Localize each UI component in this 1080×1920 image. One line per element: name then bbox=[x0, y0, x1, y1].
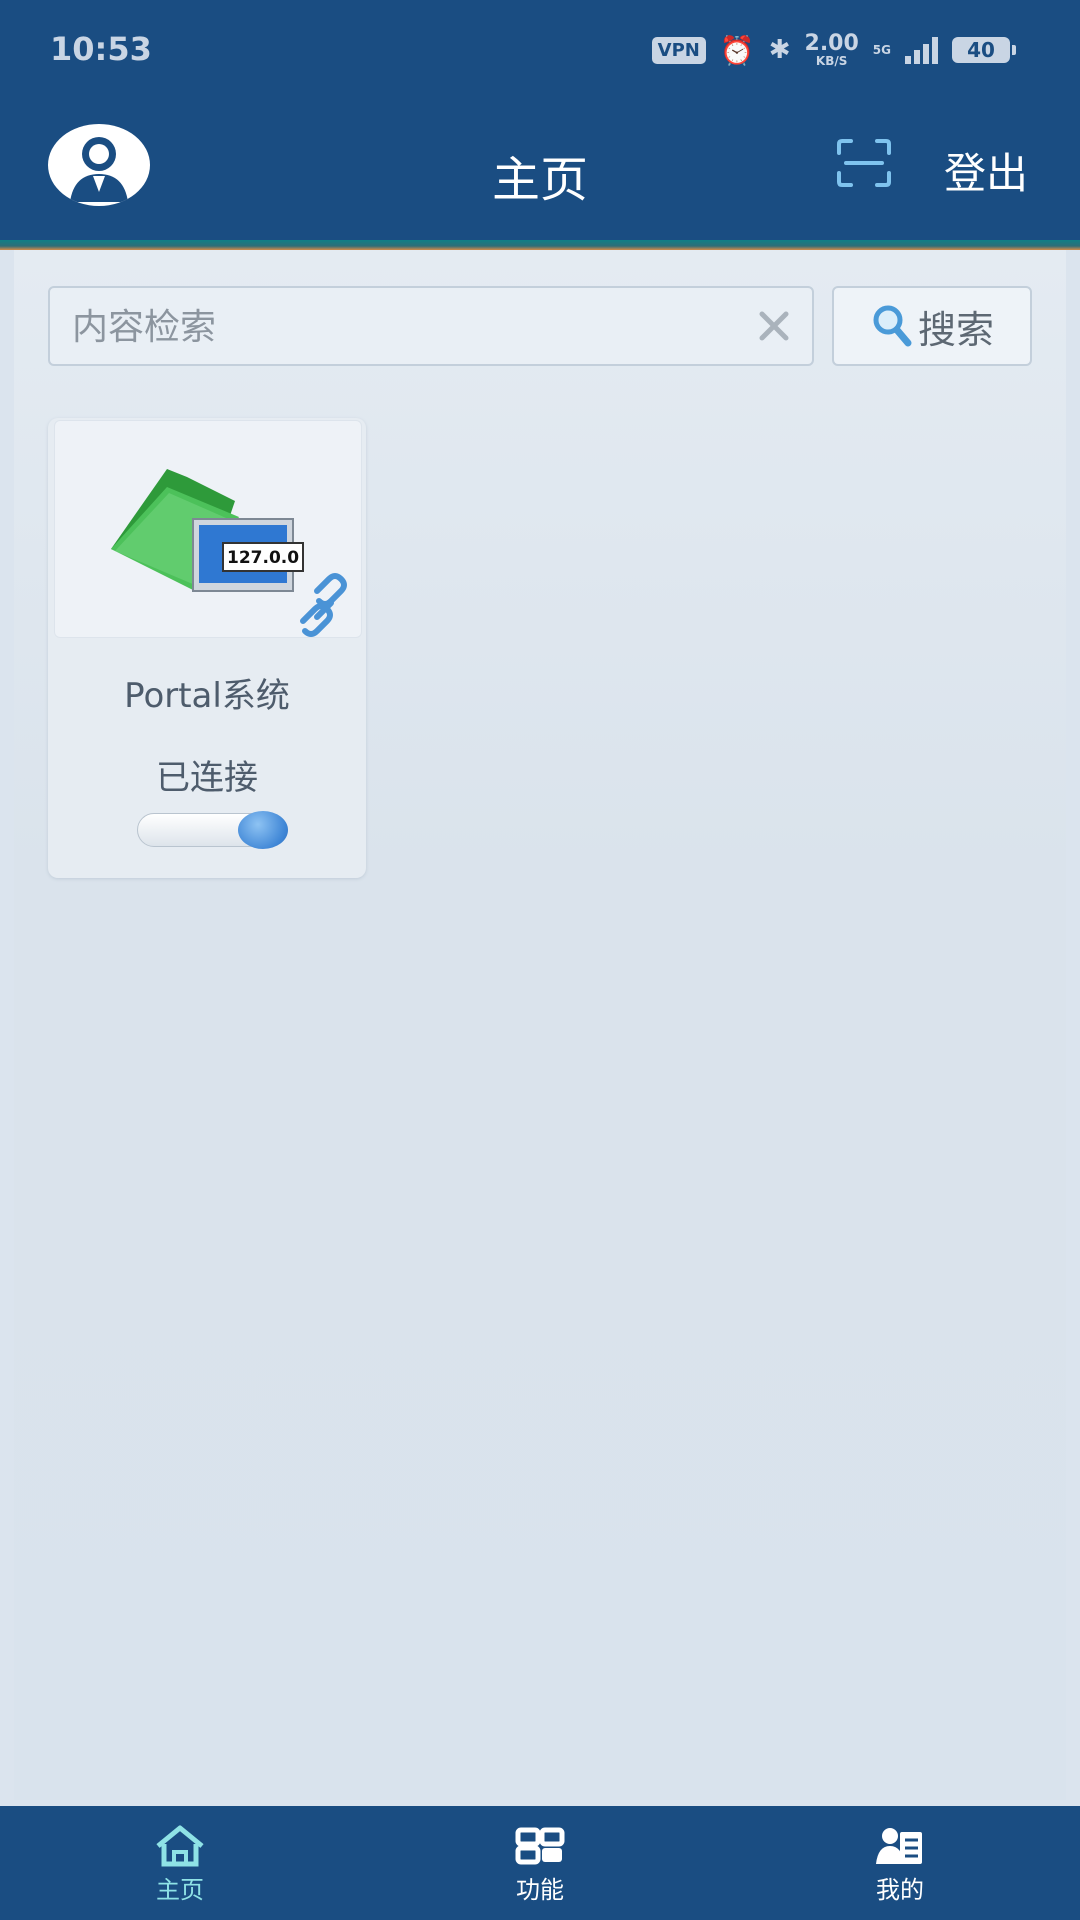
search-field[interactable] bbox=[48, 286, 814, 366]
app-header: 主页 登出 bbox=[0, 100, 1080, 250]
link-icon bbox=[300, 573, 347, 637]
status-time: 10:53 bbox=[50, 30, 152, 68]
nav-label-profile: 我的 bbox=[876, 1876, 924, 1904]
status-bar: 10:53 VPN ⏰ ✱ 2.00 KB/S 5G 40 bbox=[0, 0, 1080, 100]
search-input[interactable] bbox=[70, 288, 734, 366]
folder-network-icon: 127.0.0 bbox=[111, 469, 304, 592]
app-card[interactable]: 127.0.0 Portal系统 已连接 bbox=[48, 418, 366, 878]
vpn-badge: VPN bbox=[651, 36, 706, 64]
signal-icon bbox=[905, 36, 938, 64]
scan-icon[interactable] bbox=[836, 138, 892, 188]
card-title: Portal系统 bbox=[124, 676, 290, 716]
bottom-nav: 主页 功能 我的 bbox=[0, 1806, 1080, 1920]
network-speed: 2.00 KB/S bbox=[804, 31, 859, 68]
search-button[interactable]: 搜索 bbox=[832, 286, 1032, 366]
card-image-label: 127.0.0 bbox=[227, 548, 299, 568]
page-title: 主页 bbox=[491, 152, 588, 208]
toggle-knob bbox=[238, 811, 288, 849]
clear-icon[interactable] bbox=[752, 304, 796, 348]
search-icon bbox=[873, 305, 912, 347]
card-image: 127.0.0 bbox=[54, 420, 362, 638]
nav-label-function: 功能 bbox=[516, 1876, 564, 1904]
battery-icon: 40 bbox=[952, 37, 1016, 63]
nav-label-home: 主页 bbox=[156, 1876, 204, 1904]
nav-item-profile[interactable]: 我的 bbox=[720, 1806, 1080, 1920]
function-icon bbox=[515, 1827, 565, 1865]
logout-button[interactable]: 登出 bbox=[944, 140, 1028, 201]
home-icon bbox=[156, 1825, 204, 1867]
nav-item-function[interactable]: 功能 bbox=[360, 1806, 720, 1920]
nav-item-home[interactable]: 主页 bbox=[0, 1806, 360, 1920]
alarm-icon: ⏰ bbox=[719, 33, 755, 67]
profile-icon bbox=[876, 1828, 922, 1864]
connection-toggle[interactable] bbox=[137, 811, 288, 849]
bluetooth-icon: ✱ bbox=[768, 35, 791, 65]
search-button-label: 搜索 bbox=[917, 307, 994, 352]
network-type: 5G bbox=[872, 43, 891, 57]
status-icons: VPN ⏰ ✱ 2.00 KB/S 5G 40 bbox=[651, 30, 1016, 70]
connection-status: 已连接 bbox=[156, 758, 258, 798]
